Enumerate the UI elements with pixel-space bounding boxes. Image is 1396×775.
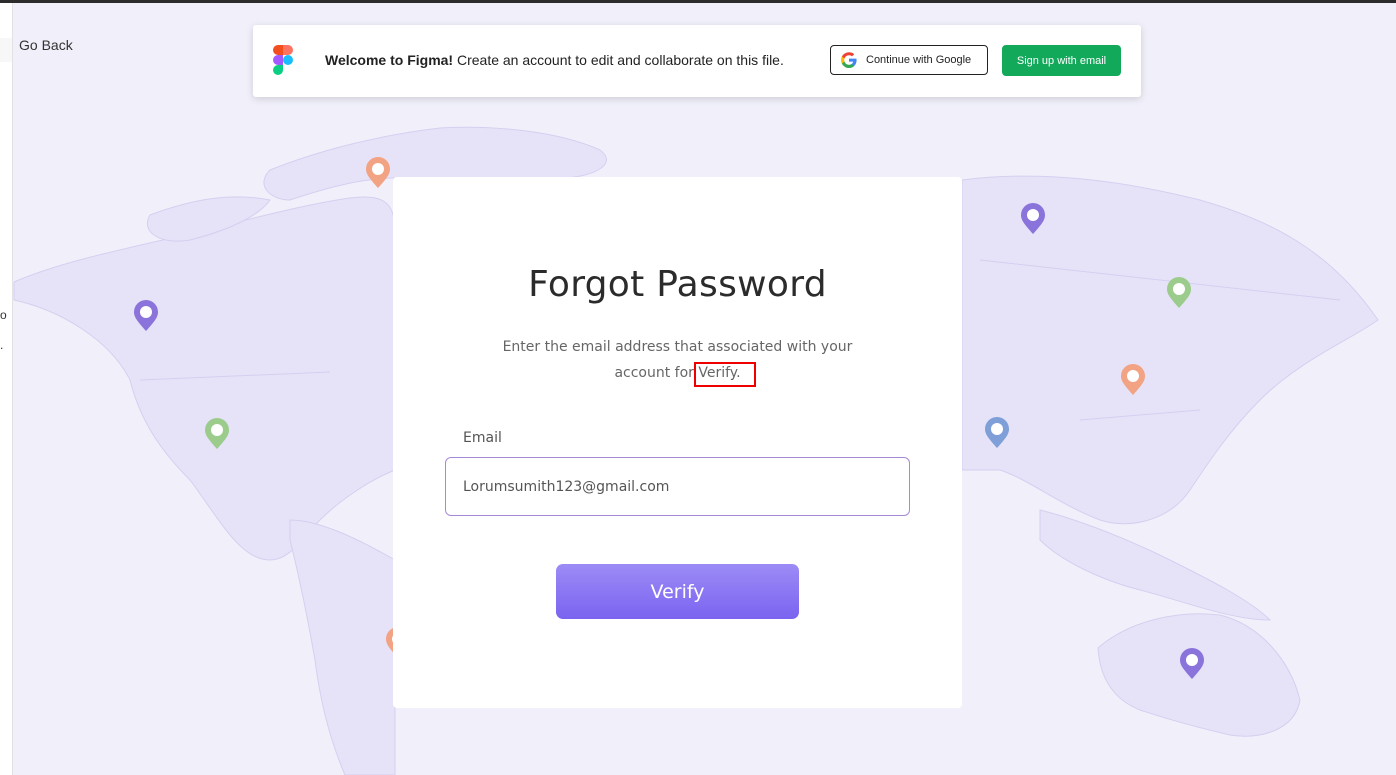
- banner-message: Welcome to Figma! Create an account to e…: [325, 52, 784, 68]
- left-panel-tab: [0, 38, 12, 62]
- map-north-america: [13, 196, 396, 561]
- instruction-line-2: account for Verify.: [614, 365, 741, 381]
- google-button-label: Continue with Google: [866, 54, 972, 66]
- email-label: Email: [463, 430, 502, 446]
- sign-up-with-email-button[interactable]: Sign up with email: [1002, 45, 1121, 76]
- map-southeast-asia: [1039, 509, 1272, 621]
- instruction-line-1: Enter the email address that associated …: [502, 339, 853, 355]
- verify-button[interactable]: Verify: [556, 564, 799, 619]
- email-field[interactable]: [445, 457, 910, 516]
- banner-welcome-text: Create an account to edit and collaborat…: [453, 52, 784, 68]
- figma-logo-icon: [273, 45, 293, 75]
- google-icon: [841, 52, 857, 68]
- figma-signup-banner: Welcome to Figma! Create an account to e…: [253, 25, 1141, 97]
- map-south-america: [289, 519, 396, 775]
- map-eurasia: [961, 175, 1379, 525]
- edge-text-fragment: .: [0, 338, 4, 352]
- map-pin-icon: [366, 157, 390, 188]
- banner-welcome-bold: Welcome to Figma!: [325, 52, 454, 68]
- edge-text-fragment: o: [0, 308, 7, 322]
- left-panel-strip: [0, 3, 13, 775]
- forgot-password-card: Forgot Password Enter the email address …: [393, 177, 962, 708]
- continue-with-google-button[interactable]: Continue with Google: [830, 45, 988, 75]
- window-top-border: [0, 0, 1396, 3]
- go-back-link[interactable]: Go Back: [19, 37, 73, 53]
- map-australia: [1097, 613, 1301, 737]
- instruction-text: Enter the email address that associated …: [493, 334, 862, 386]
- page-title: Forgot Password: [528, 264, 827, 305]
- annotation-highlight-box: [694, 362, 756, 387]
